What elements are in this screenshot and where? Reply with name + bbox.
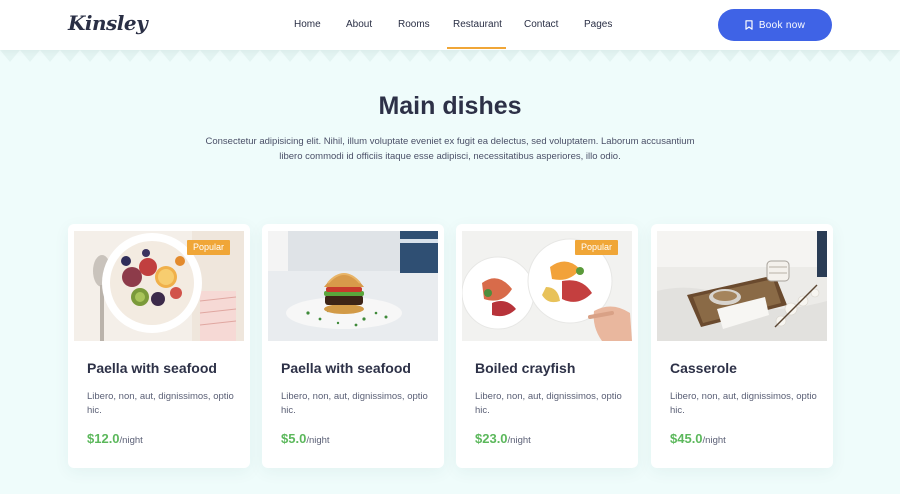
price-amount: $12.0 <box>87 431 120 446</box>
price-unit: /night <box>119 435 143 446</box>
nav-item-contact[interactable]: Contact <box>524 19 558 30</box>
price-unit: /night <box>507 435 531 446</box>
burger-photo[interactable] <box>268 231 438 341</box>
dish-price: $5.0/night <box>281 430 330 448</box>
dish-card[interactable]: Paella with seafood Libero, non, aut, di… <box>262 224 444 468</box>
dish-card[interactable]: Popular Boiled crayfish Libero, non, aut… <box>456 224 638 468</box>
dish-title[interactable]: Casserole <box>670 360 830 376</box>
nav-item-pages[interactable]: Pages <box>584 19 612 30</box>
bookmark-icon <box>745 20 753 30</box>
price-amount: $23.0 <box>475 431 508 446</box>
dish-description: Libero, non, aut, dignissimos, optio hic… <box>281 391 428 416</box>
nav-item-rooms[interactable]: Rooms <box>398 19 430 30</box>
dish-price: $23.0/night <box>475 430 531 448</box>
book-now-button[interactable]: Book now <box>718 9 832 41</box>
dish-card[interactable]: Casserole Libero, non, aut, dignissimos,… <box>651 224 833 468</box>
dish-title[interactable]: Paella with seafood <box>281 360 441 376</box>
dish-description: Libero, non, aut, dignissimos, optio hic… <box>475 391 622 416</box>
book-now-label: Book now <box>758 19 806 31</box>
breakfast-tray-photo[interactable] <box>657 231 827 341</box>
dish-card[interactable]: Popular Paella with seafood Libero, non,… <box>68 224 250 468</box>
section-description: Consectetur adipisicing elit. Nihil, ill… <box>205 136 695 162</box>
header-zigzag-decoration <box>0 50 900 66</box>
price-amount: $5.0 <box>281 431 307 446</box>
section-title: Main dishes <box>378 92 522 120</box>
site-header: Kinsley Home About Rooms Restaurant Cont… <box>0 0 900 50</box>
dish-description: Libero, non, aut, dignissimos, optio hic… <box>670 391 817 416</box>
price-unit: /night <box>306 435 330 446</box>
active-nav-indicator <box>447 47 506 49</box>
price-amount: $45.0 <box>670 431 703 446</box>
nav-item-restaurant[interactable]: Restaurant <box>453 19 502 30</box>
price-unit: /night <box>702 435 726 446</box>
dish-description: Libero, non, aut, dignissimos, optio hic… <box>87 391 234 416</box>
dish-title[interactable]: Paella with seafood <box>87 360 247 376</box>
nav-item-about[interactable]: About <box>346 19 372 30</box>
dish-price: $45.0/night <box>670 430 726 448</box>
popular-badge: Popular <box>187 240 231 255</box>
dish-title[interactable]: Boiled crayfish <box>475 360 635 376</box>
dish-price: $12.0/night <box>87 430 143 448</box>
popular-badge: Popular <box>575 240 619 255</box>
nav-item-home[interactable]: Home <box>294 19 321 30</box>
